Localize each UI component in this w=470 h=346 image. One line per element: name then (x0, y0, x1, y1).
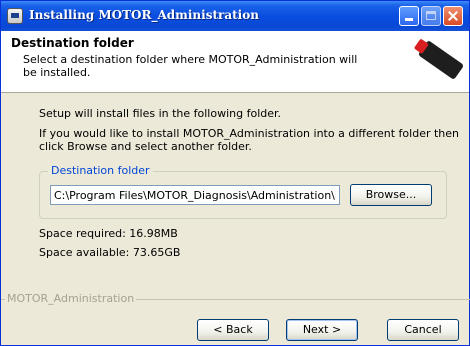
installer-app-icon (7, 8, 23, 24)
close-button[interactable] (443, 6, 463, 26)
page-description: Select a destination folder where MOTOR_… (23, 53, 358, 79)
destination-folder-group-label: Destination folder (48, 164, 153, 177)
space-available-text: Space available: 73.65GB (39, 246, 181, 259)
page-title: Destination folder (11, 36, 134, 50)
title-bar[interactable]: Installing MOTOR_Administration (1, 1, 469, 31)
next-button-label: Next > (302, 323, 342, 336)
browse-button-label: Browse... (365, 188, 417, 201)
maximize-button[interactable] (421, 6, 441, 26)
back-button[interactable]: < Back (197, 319, 269, 341)
wizard-header: Destination folder Select a destination … (1, 31, 469, 93)
back-button-label: < Back (213, 323, 253, 336)
destination-folder-group: Destination folder Browse... (39, 164, 447, 219)
instructions-line-1: If you would like to install MOTOR_Admin… (39, 127, 459, 140)
next-button[interactable]: Next > (286, 319, 358, 341)
footer-brand-text: MOTOR_Administration (5, 292, 137, 305)
intro-text: Setup will install files in the followin… (39, 107, 282, 120)
instructions-line-2: click Browse and select another folder. (39, 140, 252, 153)
cancel-button-label: Cancel (404, 323, 442, 336)
installer-window: Installing MOTOR_Administration Destinat… (0, 0, 470, 346)
usb-device-logo (413, 38, 465, 80)
browse-button[interactable]: Browse... (350, 184, 432, 206)
cancel-button[interactable]: Cancel (387, 319, 459, 341)
destination-path-input[interactable] (50, 185, 340, 205)
space-required-text: Space required: 16.98MB (39, 227, 178, 240)
minimize-button[interactable] (399, 6, 419, 26)
window-title: Installing MOTOR_Administration (29, 8, 259, 22)
